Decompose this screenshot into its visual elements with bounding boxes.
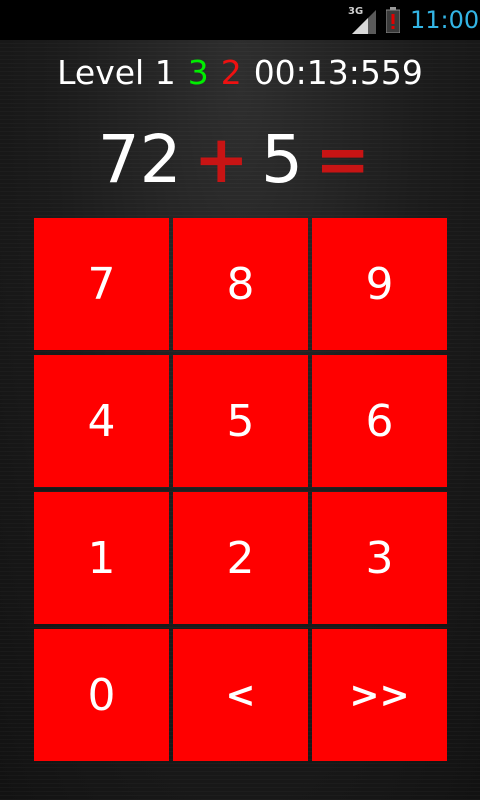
equation-display: 72 +5 = <box>0 120 480 200</box>
wrong-count: 2 <box>220 53 242 92</box>
level-label: Level 1 <box>57 53 176 92</box>
key-0-button[interactable]: 0 <box>34 629 169 761</box>
key-7-button[interactable]: 7 <box>34 218 169 350</box>
submit-next-button[interactable]: >> <box>312 629 447 761</box>
operator-symbol: + <box>193 121 249 198</box>
key-3-button[interactable]: 3 <box>312 492 447 624</box>
key-4-button[interactable]: 4 <box>34 355 169 487</box>
number-keypad: 7 8 9 4 5 6 1 2 3 0 < >> <box>34 218 448 762</box>
clock-time: 11:00 <box>410 6 480 34</box>
key-8-button[interactable]: 8 <box>173 218 308 350</box>
right-operand: 5 <box>260 121 303 198</box>
left-operand: 72 <box>97 121 182 198</box>
key-2-button[interactable]: 2 <box>173 492 308 624</box>
game-info-bar: Level 1 3 2 00:13:559 <box>0 50 480 96</box>
backspace-button[interactable]: < <box>173 629 308 761</box>
app-screen: 3G 11:00 Level 1 3 2 00:13:559 72 +5 = 7 8 9 … <box>0 0 480 800</box>
key-1-button[interactable]: 1 <box>34 492 169 624</box>
status-bar: 3G 11:00 <box>0 0 480 40</box>
battery-alert-icon <box>386 7 400 33</box>
signal-icon <box>352 10 376 34</box>
key-9-button[interactable]: 9 <box>312 218 447 350</box>
key-5-button[interactable]: 5 <box>173 355 308 487</box>
timer: 00:13:559 <box>253 53 423 92</box>
correct-count: 3 <box>187 53 209 92</box>
equals-symbol: = <box>314 121 371 198</box>
key-6-button[interactable]: 6 <box>312 355 447 487</box>
